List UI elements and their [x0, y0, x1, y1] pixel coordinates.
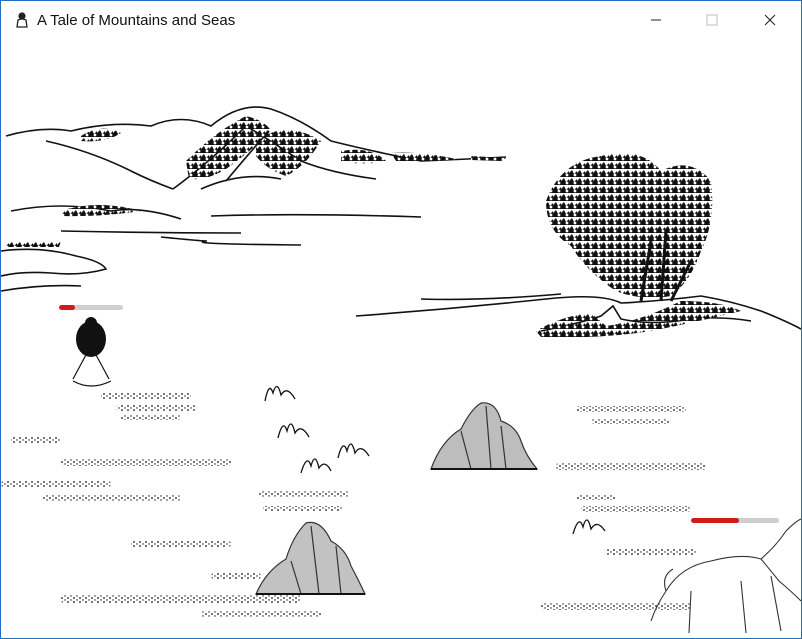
enemy-beast[interactable] — [650, 518, 801, 634]
game-window: A Tale of Mountains and Seas — [0, 0, 802, 639]
enemy-health-fill — [691, 518, 740, 523]
close-button[interactable] — [747, 1, 793, 39]
maximize-button[interactable] — [689, 1, 735, 39]
rock-lower — [255, 521, 366, 595]
enemy-health-bar — [691, 518, 779, 523]
player-health-fill — [59, 305, 75, 310]
close-icon — [764, 14, 776, 26]
shore-foliage — [536, 301, 741, 338]
mountain-foliage — [5, 116, 506, 247]
player-character[interactable] — [72, 317, 112, 387]
game-scene[interactable] — [1, 39, 801, 638]
title-bar[interactable]: A Tale of Mountains and Seas — [1, 1, 801, 39]
ink-tree — [546, 153, 713, 302]
window-title: A Tale of Mountains and Seas — [37, 11, 236, 29]
minimize-button[interactable] — [633, 1, 679, 39]
ink-figure-icon — [16, 12, 28, 28]
minimize-icon — [651, 19, 661, 21]
ink-landscape — [1, 106, 801, 634]
maximize-icon — [706, 14, 718, 26]
rock-center — [430, 402, 539, 470]
player-health-bar — [59, 305, 123, 310]
